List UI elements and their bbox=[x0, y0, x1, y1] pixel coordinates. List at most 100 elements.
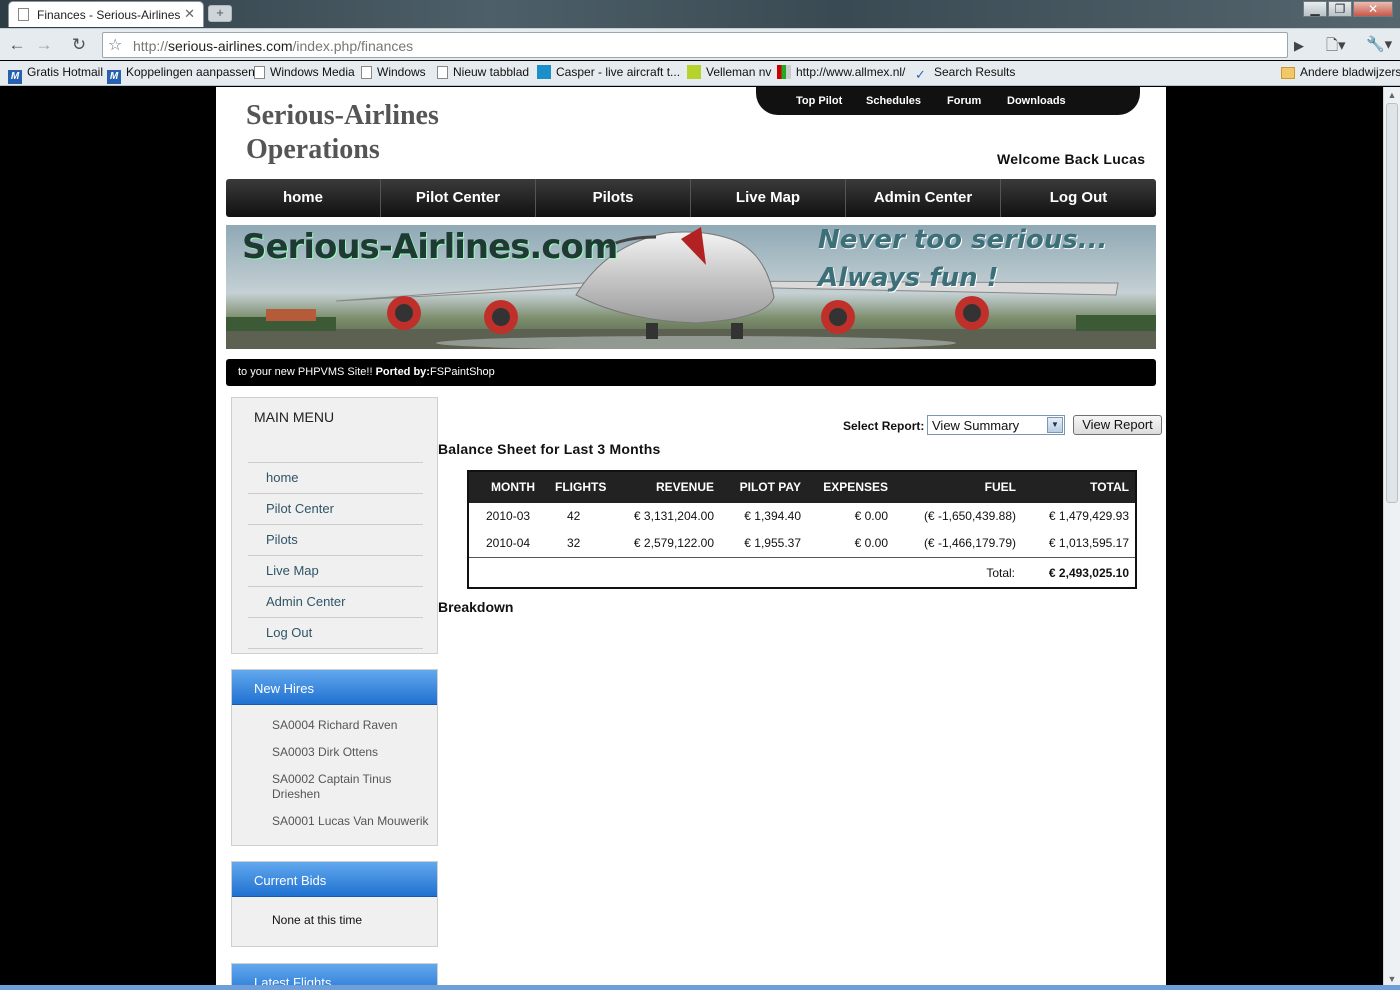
browser-title-bar: Finances - Serious-Airlines ✕ + ▁ ❐ ✕ bbox=[0, 0, 1400, 28]
balance-sheet-table: MONTH FLIGHTS REVENUE PILOT PAY EXPENSES… bbox=[467, 470, 1137, 589]
other-bookmarks[interactable]: Andere bladwijzers bbox=[1281, 65, 1400, 81]
page-icon bbox=[254, 66, 265, 79]
site-logo[interactable]: Serious-Airlines Operations bbox=[246, 99, 439, 167]
latest-flights-title: Latest Flights bbox=[232, 964, 437, 985]
column-header: PILOT PAY bbox=[739, 480, 801, 494]
cell-revenue: € 2,579,122.00 bbox=[633, 536, 714, 550]
bookmark-casper[interactable]: Casper - live aircraft t... bbox=[537, 65, 680, 81]
top-nav-downloads[interactable]: Downloads bbox=[1007, 95, 1066, 107]
bookmark-allmex[interactable]: http://www.allmex.nl/ bbox=[777, 65, 905, 81]
chevron-down-icon[interactable]: ▼ bbox=[1047, 417, 1063, 433]
top-nav-top-pilot[interactable]: Top Pilot bbox=[796, 95, 842, 107]
main-nav-pilot-center[interactable]: Pilot Center bbox=[381, 179, 536, 217]
top-nav-schedules[interactable]: Schedules bbox=[866, 95, 921, 107]
new-hire-item[interactable]: SA0003 Dirk Ottens bbox=[272, 745, 437, 760]
vertical-scrollbar[interactable]: ▲ ▼ bbox=[1383, 87, 1400, 987]
new-hire-item[interactable]: SA0001 Lucas Van Mouwerik bbox=[272, 814, 437, 829]
table-row: 2010-03 42 € 3,131,204.00 € 1,394.40 € 0… bbox=[469, 503, 1135, 530]
allmex-icon bbox=[777, 65, 791, 79]
page-icon bbox=[437, 66, 448, 79]
msn-icon: M bbox=[8, 70, 22, 84]
bookmark-velleman[interactable]: Velleman nv bbox=[687, 65, 771, 81]
cell-flights: 42 bbox=[567, 509, 581, 523]
go-arrow-icon[interactable]: ▶ bbox=[1294, 38, 1304, 54]
sidebar-item-pilots[interactable]: Pilots bbox=[248, 525, 423, 556]
cell-total: € 1,479,429.93 bbox=[1048, 509, 1129, 523]
bookmark-windows[interactable]: Windows bbox=[361, 65, 426, 81]
tab-close-icon[interactable]: ✕ bbox=[184, 6, 195, 22]
cell-month: 2010-03 bbox=[486, 509, 531, 523]
sidebar-item-pilot-center[interactable]: Pilot Center bbox=[248, 494, 423, 525]
reload-icon[interactable]: ↻ bbox=[68, 34, 90, 56]
column-header: MONTH bbox=[491, 480, 535, 494]
back-arrow-icon[interactable]: ← bbox=[6, 34, 28, 56]
minimize-button[interactable]: ▁ bbox=[1303, 1, 1327, 17]
sidebar-item-log-out[interactable]: Log Out bbox=[248, 618, 423, 649]
web-page: Serious-Airlines Operations Top Pilot Sc… bbox=[216, 87, 1166, 985]
ticker-text: to your new PHPVMS Site!! Ported by:FSPa… bbox=[238, 366, 495, 378]
url-text[interactable]: http://serious-airlines.com/index.php/fi… bbox=[133, 38, 413, 54]
news-ticker: to your new PHPVMS Site!! Ported by:FSPa… bbox=[226, 359, 1156, 386]
search-results-icon: ✓ bbox=[915, 67, 926, 82]
table-total-row: Total: € 2,493,025.10 bbox=[469, 557, 1135, 587]
bookmark-koppelingen[interactable]: M Koppelingen aanpassen bbox=[107, 65, 255, 84]
page-menu-icon[interactable]: 🗋▾ bbox=[1326, 35, 1346, 60]
scroll-down-arrow-icon[interactable]: ▼ bbox=[1385, 972, 1399, 986]
main-nav: home Pilot Center Pilots Live Map Admin … bbox=[226, 179, 1156, 217]
report-select[interactable]: View Summary ▼ bbox=[927, 415, 1065, 435]
forward-arrow-icon[interactable]: → bbox=[33, 34, 55, 56]
maximize-button[interactable]: ❐ bbox=[1328, 1, 1352, 17]
sidebar-item-live-map[interactable]: Live Map bbox=[248, 556, 423, 587]
taskbar-edge bbox=[0, 985, 1400, 990]
column-header: EXPENSES bbox=[823, 480, 888, 494]
cell-expenses: € 0.00 bbox=[854, 509, 888, 523]
breakdown-title: Breakdown bbox=[438, 599, 514, 615]
banner-title: Serious-Airlines.com bbox=[242, 227, 618, 267]
column-header: REVENUE bbox=[655, 480, 714, 494]
bookmark-star-icon[interactable]: ☆ bbox=[108, 35, 122, 55]
scroll-thumb[interactable] bbox=[1386, 103, 1398, 503]
report-select-value: View Summary bbox=[932, 418, 1020, 433]
top-nav-forum[interactable]: Forum bbox=[947, 95, 981, 107]
total-value: € 2,493,025.10 bbox=[1048, 566, 1129, 580]
sidebar-item-home[interactable]: home bbox=[248, 463, 423, 494]
cell-pilot-pay: € 1,394.40 bbox=[744, 509, 801, 523]
balance-sheet-title: Balance Sheet for Last 3 Months bbox=[438, 441, 661, 457]
bookmark-gratis-hotmail[interactable]: M Gratis Hotmail bbox=[8, 65, 103, 84]
banner-slogan: Always fun ! bbox=[818, 263, 999, 293]
column-header: FUEL bbox=[984, 480, 1016, 494]
folder-icon bbox=[1281, 67, 1295, 79]
main-nav-home[interactable]: home bbox=[226, 179, 381, 217]
main-menu-title: MAIN MENU bbox=[254, 409, 335, 425]
table-header-row: MONTH FLIGHTS REVENUE PILOT PAY EXPENSES… bbox=[469, 472, 1135, 503]
new-hire-item[interactable]: SA0004 Richard Raven bbox=[272, 718, 437, 733]
browser-tab[interactable]: Finances - Serious-Airlines ✕ bbox=[8, 1, 204, 27]
tab-title: Finances - Serious-Airlines bbox=[37, 8, 181, 22]
main-nav-pilots[interactable]: Pilots bbox=[536, 179, 691, 217]
sidebar-item-admin-center[interactable]: Admin Center bbox=[248, 587, 423, 618]
window-close-button[interactable]: ✕ bbox=[1353, 1, 1393, 17]
column-header: TOTAL bbox=[1090, 480, 1129, 494]
table-row: 2010-04 32 € 2,579,122.00 € 1,955.37 € 0… bbox=[469, 530, 1135, 557]
current-bids-box: Current Bids None at this time bbox=[231, 861, 438, 947]
new-hires-title: New Hires bbox=[232, 670, 437, 705]
view-report-button[interactable]: View Report bbox=[1073, 415, 1162, 435]
main-menu-box: MAIN MENU home Pilot Center Pilots Live … bbox=[231, 397, 438, 654]
address-bar[interactable]: ☆ http://serious-airlines.com/index.php/… bbox=[102, 32, 1288, 58]
page-icon bbox=[361, 66, 372, 79]
cell-revenue: € 3,131,204.00 bbox=[633, 509, 714, 523]
new-hire-item[interactable]: SA0002 Captain Tinus Drieshen bbox=[272, 772, 412, 802]
main-nav-log-out[interactable]: Log Out bbox=[1001, 179, 1156, 217]
bookmarks-bar: M Gratis Hotmail M Koppelingen aanpassen W… bbox=[0, 61, 1400, 86]
main-nav-live-map[interactable]: Live Map bbox=[691, 179, 846, 217]
main-menu-list: home Pilot Center Pilots Live Map Admin … bbox=[248, 462, 423, 649]
main-nav-admin-center[interactable]: Admin Center bbox=[846, 179, 1001, 217]
scroll-up-arrow-icon[interactable]: ▲ bbox=[1385, 88, 1399, 102]
bookmark-windows-media[interactable]: Windows Media bbox=[254, 65, 355, 81]
browser-toolbar: ← → ↻ ☆ http://serious-airlines.com/inde… bbox=[0, 28, 1400, 60]
new-tab-button[interactable]: + bbox=[208, 5, 232, 22]
bookmark-search-results[interactable]: ✓ Search Results bbox=[915, 65, 1015, 82]
wrench-icon[interactable]: 🔧▾ bbox=[1366, 35, 1392, 53]
bookmark-nieuw-tabblad[interactable]: Nieuw tabblad bbox=[437, 65, 529, 81]
total-label: Total: bbox=[986, 566, 1015, 580]
